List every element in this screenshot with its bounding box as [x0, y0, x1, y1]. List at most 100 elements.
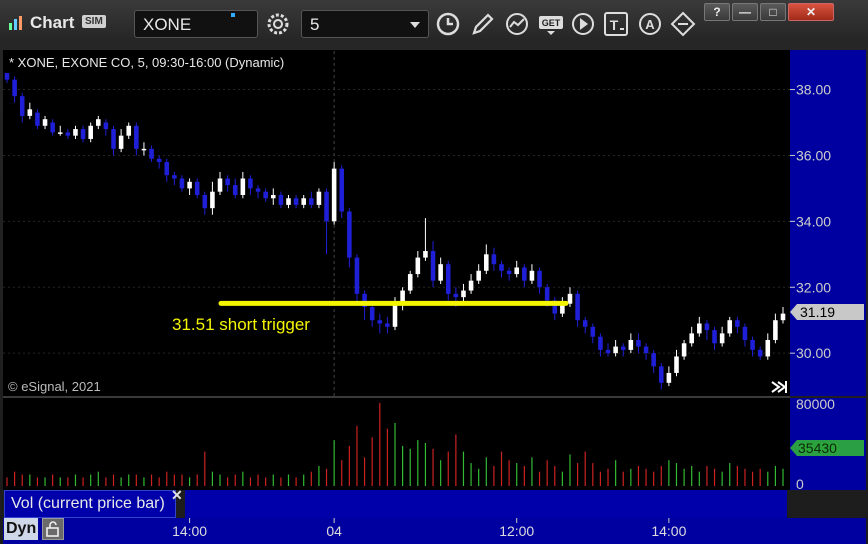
- candle-body: [57, 132, 63, 134]
- price-pane[interactable]: [3, 50, 790, 396]
- candle-body: [757, 349, 763, 357]
- candle-body: [65, 132, 71, 136]
- candle-body: [407, 274, 413, 291]
- candle-body: [719, 333, 725, 344]
- maximize-button[interactable]: □: [760, 3, 786, 21]
- chart-header: * XONE, EXONE CO, 5, 09:30-16:00 (Dynami…: [9, 55, 284, 70]
- candle-body: [735, 320, 740, 327]
- price-tick-label: 38.00: [796, 82, 831, 98]
- chart-window: Chart SIM XONE 5 GET T A ? — □ ✕ 38.00 3…: [0, 0, 868, 544]
- alert-icon: A: [639, 13, 661, 35]
- candle-body: [141, 148, 147, 151]
- get-icon: GET: [539, 16, 563, 35]
- candle-body: [613, 346, 618, 354]
- candle-body: [567, 293, 573, 304]
- volume-study-label[interactable]: Vol (current price bar): [4, 490, 176, 518]
- candle-body: [445, 264, 451, 294]
- minimize-button[interactable]: —: [732, 3, 758, 21]
- candle-body: [255, 188, 261, 192]
- candle-body: [438, 264, 443, 281]
- studies-button[interactable]: [503, 10, 531, 38]
- candle-body: [278, 194, 284, 205]
- close-study-icon[interactable]: ✕: [171, 487, 183, 504]
- candle-body: [339, 168, 345, 212]
- candle-body: [369, 307, 375, 321]
- text-tool-button[interactable]: T: [602, 10, 630, 38]
- candle-body: [293, 198, 299, 205]
- candle-body: [658, 366, 664, 383]
- candle-body: [118, 135, 124, 149]
- help-button[interactable]: ?: [704, 3, 730, 21]
- candle-body: [544, 287, 550, 301]
- volume-study-bar: [185, 490, 787, 518]
- candle-body: [780, 313, 786, 321]
- lock-button[interactable]: [42, 518, 64, 540]
- play-button[interactable]: [569, 10, 597, 38]
- candle-body: [636, 339, 641, 347]
- interval-value: 5: [310, 15, 320, 34]
- candle-body: [240, 178, 246, 195]
- link-icon: [670, 11, 696, 37]
- trigger-annotation[interactable]: 31.51 short trigger: [172, 315, 310, 334]
- candle-body: [506, 270, 512, 275]
- price-tick-label: 30.00: [796, 345, 831, 361]
- candle-body: [309, 198, 314, 205]
- candle-body: [598, 336, 603, 350]
- link-button[interactable]: [669, 10, 697, 38]
- get-button[interactable]: GET: [537, 10, 565, 38]
- candle-body: [514, 267, 520, 275]
- candle-body: [750, 339, 755, 350]
- candle-body: [415, 257, 421, 275]
- candle-body: [430, 251, 436, 281]
- candle-body: [484, 254, 489, 271]
- time-tick-label: 14:00: [172, 523, 207, 539]
- alert-button[interactable]: A: [636, 10, 664, 38]
- candle-body: [392, 303, 398, 327]
- window-title: Chart: [30, 13, 75, 32]
- volume-pane[interactable]: [3, 398, 790, 490]
- close-button[interactable]: ✕: [788, 3, 834, 21]
- candle-body: [217, 178, 223, 192]
- candle-body: [651, 353, 656, 367]
- candle-body: [156, 158, 162, 163]
- candle-body: [742, 326, 748, 340]
- time-button[interactable]: [434, 10, 462, 38]
- candle-body: [80, 129, 86, 139]
- chart-area[interactable]: 38.00 36.00 34.00 32.00 30.00 14:00 04 12:00 14…: [0, 48, 868, 544]
- candle-body: [643, 346, 649, 354]
- clock-icon: [436, 12, 460, 36]
- candle-body: [50, 122, 55, 133]
- play-icon: [572, 13, 594, 35]
- candle-body: [628, 339, 634, 350]
- candle-body: [202, 194, 208, 209]
- candle-body: [225, 178, 230, 186]
- symbol-input[interactable]: XONE: [134, 10, 258, 38]
- volume-axis-min: 0: [796, 476, 804, 492]
- draw-button[interactable]: [469, 10, 497, 38]
- dynamic-mode-label[interactable]: Dyn: [4, 518, 39, 540]
- candle-body: [4, 73, 10, 80]
- candle-body: [605, 349, 611, 354]
- symbol-settings-button[interactable]: [264, 10, 292, 38]
- candle-body: [773, 320, 778, 340]
- candle-body: [347, 211, 352, 258]
- candle-body: [385, 323, 390, 327]
- candle-body: [704, 323, 710, 331]
- svg-text:A: A: [645, 17, 655, 32]
- candle-body: [301, 198, 306, 205]
- candle-body: [491, 254, 497, 265]
- candle-body: [316, 191, 322, 205]
- candle-body: [689, 333, 694, 344]
- candle-body: [187, 181, 192, 189]
- candle-body: [476, 270, 481, 281]
- candle-body: [149, 148, 154, 159]
- candle-body: [590, 326, 596, 337]
- interval-select[interactable]: 5: [301, 10, 429, 38]
- candle-body: [248, 178, 253, 189]
- candle-body: [537, 270, 542, 288]
- candle-body: [27, 109, 33, 116]
- chevron-down-icon: [410, 22, 420, 28]
- gear-icon: [267, 13, 289, 35]
- time-axis[interactable]: [3, 518, 866, 544]
- candle-body: [354, 257, 360, 294]
